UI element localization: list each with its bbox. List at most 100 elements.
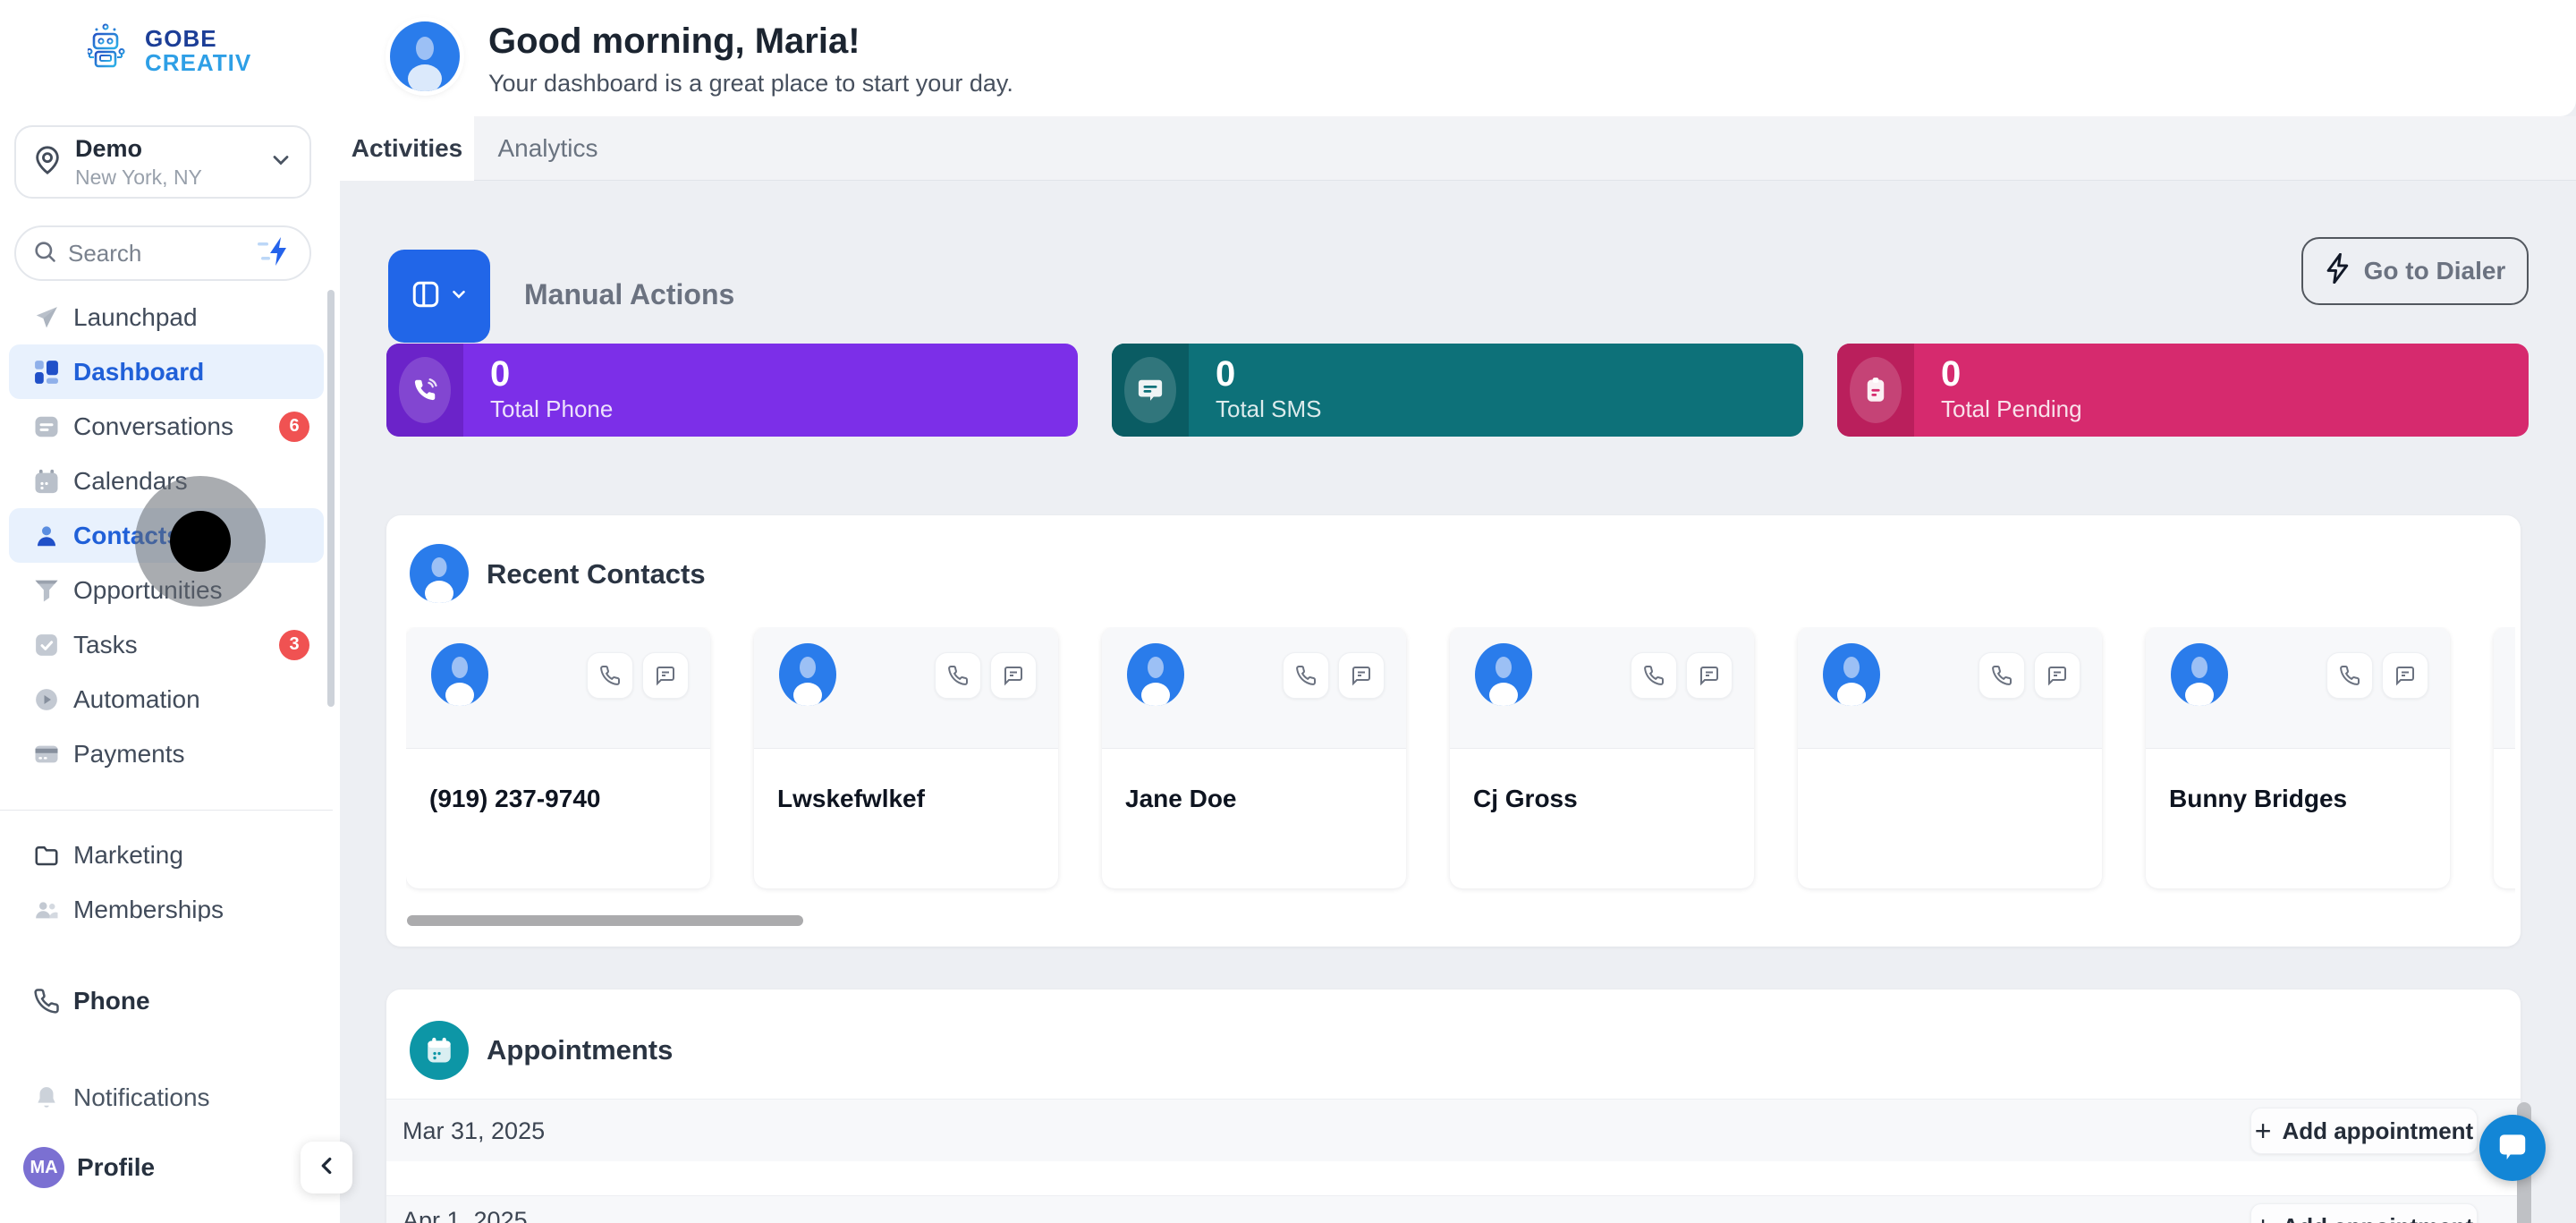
sidebar-item-phone[interactable]: Phone bbox=[9, 973, 324, 1029]
location-city: New York, NY bbox=[75, 166, 202, 190]
sidebar-item-label: Notifications bbox=[73, 1083, 210, 1112]
bell-icon bbox=[32, 1083, 61, 1112]
location-name: Demo bbox=[75, 135, 202, 163]
message-contact-button[interactable] bbox=[1686, 652, 1733, 699]
sidebar-item-notifications[interactable]: Notifications bbox=[9, 1070, 324, 1125]
add-appointment-button[interactable]: + Add appointment bbox=[2250, 1108, 2478, 1154]
widget-layout-dropdown-button[interactable] bbox=[388, 250, 490, 343]
sidebar-item-label: Tasks bbox=[73, 631, 138, 659]
chevron-left-icon bbox=[313, 1152, 340, 1184]
sidebar-item-automation[interactable]: Automation bbox=[9, 672, 324, 726]
message-contact-button[interactable] bbox=[990, 652, 1037, 699]
sidebar-item-launchpad[interactable]: Launchpad bbox=[9, 290, 324, 344]
contact-card-top bbox=[754, 627, 1058, 749]
plus-icon: + bbox=[2255, 1117, 2272, 1144]
chat-launcher-button[interactable] bbox=[2479, 1115, 2546, 1181]
sidebar-item-profile[interactable]: MA Profile bbox=[9, 1140, 324, 1195]
sidebar-item-conversations[interactable]: Conversations 6 bbox=[9, 399, 324, 454]
sidebar-collapse-button[interactable] bbox=[301, 1142, 352, 1193]
tab-analytics[interactable]: Analytics bbox=[474, 116, 622, 181]
robot-logo-icon bbox=[88, 21, 136, 80]
contact-card[interactable]: (919) 237-9740 bbox=[406, 627, 710, 888]
sidebar-item-marketing[interactable]: Marketing bbox=[9, 828, 324, 882]
chat-bubble-icon bbox=[2496, 1129, 2529, 1168]
stat-value: 0 bbox=[1941, 354, 2082, 394]
message-contact-button[interactable] bbox=[642, 652, 689, 699]
message-contact-button[interactable] bbox=[1338, 652, 1385, 699]
sidebar-item-payments[interactable]: Payments bbox=[9, 726, 324, 781]
sidebar-secondary-nav: Marketing Memberships bbox=[9, 828, 324, 921]
add-appointment-button[interactable]: + Add appointment bbox=[2250, 1203, 2478, 1223]
call-contact-button[interactable] bbox=[935, 652, 981, 699]
contact-card-top bbox=[1450, 627, 1754, 749]
call-contact-button[interactable] bbox=[1979, 652, 2025, 699]
sidebar-item-label: Calendars bbox=[73, 467, 188, 496]
stat-card-total-sms: 0 Total SMS bbox=[1112, 344, 1803, 437]
sidebar-item-label: Payments bbox=[73, 740, 185, 769]
conversations-icon bbox=[32, 412, 61, 441]
call-contact-button[interactable] bbox=[1631, 652, 1677, 699]
stat-card-total-pending: 0 Total Pending bbox=[1837, 344, 2529, 437]
stat-accent-strip bbox=[386, 344, 463, 437]
chevron-down-icon bbox=[449, 285, 469, 309]
contact-card-top bbox=[2494, 627, 2515, 749]
call-contact-button[interactable] bbox=[1283, 652, 1329, 699]
contact-name: (919) 237-9740 bbox=[429, 785, 600, 813]
call-contact-button[interactable] bbox=[2326, 652, 2373, 699]
sidebar-item-label: Automation bbox=[73, 685, 200, 714]
sidebar-item-memberships[interactable]: Memberships bbox=[9, 882, 324, 921]
brand-logo: GOBE CREATIV bbox=[88, 21, 251, 80]
contact-name: Cj Gross bbox=[1473, 785, 1578, 813]
contact-card[interactable]: Bunny Bridges bbox=[2146, 627, 2450, 888]
add-appointment-label: Add appointment bbox=[2282, 1213, 2473, 1223]
message-contact-button[interactable] bbox=[2382, 652, 2428, 699]
contacts-horizontal-scrollbar[interactable] bbox=[407, 915, 803, 926]
sidebar-item-contacts[interactable]: Contacts bbox=[9, 508, 324, 563]
phone-icon bbox=[32, 987, 61, 1015]
contact-card[interactable] bbox=[2494, 627, 2515, 888]
greeting-header: Good morning, Maria! Your dashboard is a… bbox=[340, 0, 2576, 116]
contacts-section-icon bbox=[410, 544, 469, 603]
go-to-dialer-button[interactable]: Go to Dialer bbox=[2301, 237, 2529, 305]
user-avatar bbox=[390, 21, 460, 91]
sidebar-item-label: Opportunities bbox=[73, 576, 223, 605]
stat-card-total-phone: 0 Total Phone bbox=[386, 344, 1078, 437]
automation-icon bbox=[32, 685, 61, 714]
appointment-date: Apr 1, 2025 bbox=[402, 1207, 528, 1223]
sidebar-item-dashboard[interactable]: Dashboard bbox=[9, 344, 324, 399]
search-bar bbox=[14, 225, 311, 281]
contact-avatar bbox=[779, 643, 836, 710]
sidebar-item-tasks[interactable]: Tasks 3 bbox=[9, 617, 324, 672]
contact-avatar bbox=[1823, 643, 1880, 710]
sidebar-item-label: Phone bbox=[73, 987, 150, 1015]
message-contact-button[interactable] bbox=[2034, 652, 2080, 699]
search-input[interactable] bbox=[68, 240, 256, 268]
quick-actions-bolt-icon[interactable] bbox=[256, 235, 293, 272]
sidebar-item-label: Launchpad bbox=[73, 303, 198, 332]
contact-card[interactable]: Jane Doe bbox=[1102, 627, 1406, 888]
sidebar-scrollbar[interactable] bbox=[327, 290, 335, 707]
tab-activities[interactable]: Activities bbox=[340, 116, 474, 181]
recent-contacts-section: Recent Contacts (91 bbox=[386, 515, 2521, 947]
appointments-section-icon bbox=[410, 1021, 469, 1080]
contact-avatar bbox=[1475, 643, 1532, 710]
stat-value: 0 bbox=[1216, 354, 1322, 394]
greeting-subtitle: Your dashboard is a great place to start… bbox=[488, 70, 1013, 98]
location-selector[interactable]: Demo New York, NY bbox=[14, 125, 311, 199]
call-contact-button[interactable] bbox=[587, 652, 633, 699]
sidebar-item-opportunities[interactable]: Opportunities bbox=[9, 563, 324, 617]
contact-card[interactable]: Cj Gross bbox=[1450, 627, 1754, 888]
contact-card[interactable] bbox=[1798, 627, 2102, 888]
greeting-title: Good morning, Maria! bbox=[488, 21, 860, 62]
main-area: Good morning, Maria! Your dashboard is a… bbox=[340, 0, 2576, 1223]
contact-avatar bbox=[1127, 643, 1184, 710]
stat-label: Total Pending bbox=[1941, 395, 2082, 423]
pending-icon bbox=[1850, 357, 1902, 423]
contact-avatar bbox=[2171, 643, 2228, 710]
map-pin-icon bbox=[32, 145, 63, 180]
contact-card[interactable]: Lwskefwlkef bbox=[754, 627, 1058, 888]
sidebar-item-calendars[interactable]: Calendars bbox=[9, 454, 324, 508]
appointment-day-row: Mar 31, 2025 + Add appointment bbox=[386, 1099, 2521, 1161]
payments-icon bbox=[32, 740, 61, 769]
contact-name: Bunny Bridges bbox=[2169, 785, 2347, 813]
